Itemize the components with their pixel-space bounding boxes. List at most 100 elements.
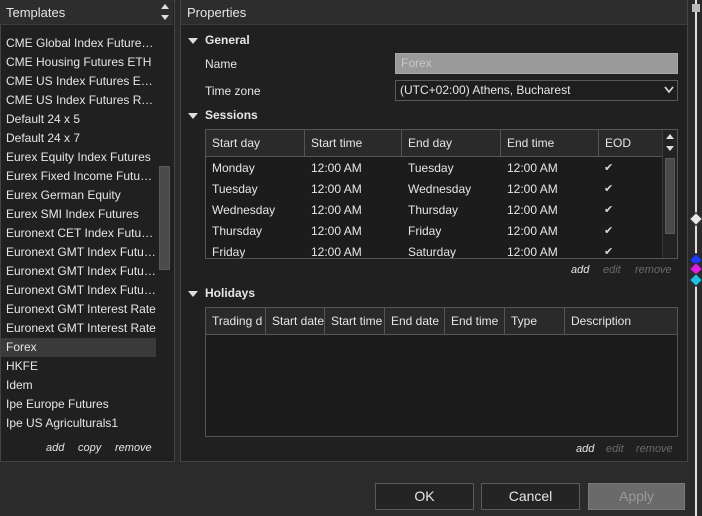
list-item[interactable]: Ipe US Agriculturals1 bbox=[1, 414, 156, 433]
holiday-remove-link[interactable]: remove bbox=[636, 443, 673, 455]
list-item[interactable]: CME US Index Futures RTH bbox=[1, 91, 156, 110]
properties-header bbox=[181, 0, 687, 25]
list-item-selected[interactable]: Forex bbox=[1, 338, 156, 357]
list-item[interactable]: Eurex German Equity bbox=[1, 186, 156, 205]
list-item[interactable]: CME Housing Futures ETH bbox=[1, 53, 156, 72]
name-label: Name bbox=[205, 57, 238, 71]
holiday-edit-link[interactable]: edit bbox=[606, 443, 624, 455]
collapse-sessions-icon[interactable] bbox=[188, 113, 198, 119]
cell-end-time: 12:00 AM bbox=[507, 224, 558, 238]
cell-end-time: 12:00 AM bbox=[507, 203, 558, 217]
chevron-down-icon[interactable] bbox=[664, 86, 674, 94]
column-header-start-time[interactable]: Start time bbox=[325, 308, 385, 335]
cell-start-day: Tuesday bbox=[212, 182, 258, 196]
cell-end-day: Thursday bbox=[408, 203, 459, 217]
cell-start-time: 12:00 AM bbox=[311, 203, 362, 217]
column-header-eod[interactable]: EOD bbox=[599, 130, 664, 157]
session-add-link[interactable]: add bbox=[571, 264, 589, 276]
cell-start-day: Monday bbox=[212, 161, 255, 175]
list-item[interactable]: Euronext GMT Interest Rate bbox=[1, 319, 156, 338]
scroll-up-icon[interactable] bbox=[159, 1, 171, 12]
list-item[interactable]: HKFE bbox=[1, 357, 156, 376]
eod-checkbox[interactable]: ✔ bbox=[599, 221, 613, 242]
column-header-end-time[interactable]: End time bbox=[445, 308, 505, 335]
templates-title: Templates bbox=[6, 5, 66, 20]
properties-title: Properties bbox=[187, 5, 247, 20]
list-item[interactable]: Eurex Equity Index Futures bbox=[1, 148, 156, 167]
scroll-up-icon[interactable] bbox=[664, 131, 676, 142]
section-sessions-label: Sessions bbox=[205, 108, 258, 122]
session-edit-link[interactable]: edit bbox=[603, 264, 621, 276]
table-row[interactable]: Monday 12:00 AM Tuesday 12:00 AM ✔ bbox=[206, 158, 664, 179]
cancel-button[interactable]: Cancel bbox=[481, 483, 580, 510]
timezone-label: Time zone bbox=[205, 84, 261, 98]
name-field[interactable]: Forex bbox=[395, 53, 678, 74]
table-row[interactable]: Thursday 12:00 AM Friday 12:00 AM ✔ bbox=[206, 221, 664, 242]
list-item[interactable]: Idem bbox=[1, 376, 156, 395]
timezone-select[interactable]: (UTC+02:00) Athens, Bucharest bbox=[395, 80, 678, 101]
eod-checkbox[interactable]: ✔ bbox=[599, 200, 613, 221]
cell-end-time: 12:00 AM bbox=[507, 182, 558, 196]
list-item[interactable]: Euronext GMT Index Futures bbox=[1, 281, 156, 300]
list-item[interactable]: CME US Index Futures ETH bbox=[1, 72, 156, 91]
eod-checkbox[interactable]: ✔ bbox=[599, 179, 613, 200]
holidays-header-row: Trading d Start date Start time End date… bbox=[206, 308, 677, 335]
column-header-type[interactable]: Type bbox=[505, 308, 565, 335]
session-remove-link[interactable]: remove bbox=[635, 264, 672, 276]
eod-checkbox[interactable]: ✔ bbox=[599, 242, 613, 258]
column-header-end-date[interactable]: End date bbox=[385, 308, 445, 335]
column-header-start-date[interactable]: Start date bbox=[266, 308, 325, 335]
cell-end-time: 12:00 AM bbox=[507, 161, 558, 175]
holiday-add-link[interactable]: add bbox=[576, 443, 594, 455]
template-remove-link[interactable]: remove bbox=[115, 442, 152, 454]
cell-start-time: 12:00 AM bbox=[311, 245, 362, 259]
templates-actions: add copy remove bbox=[0, 440, 173, 458]
table-row[interactable]: Friday 12:00 AM Saturday 12:00 AM ✔ bbox=[206, 242, 664, 259]
sessions-scrollbar-thumb[interactable] bbox=[665, 158, 675, 234]
collapse-holidays-icon[interactable] bbox=[188, 291, 198, 297]
cell-start-time: 12:00 AM bbox=[311, 182, 362, 196]
side-strip-handle[interactable] bbox=[692, 4, 700, 12]
section-general-label: General bbox=[205, 33, 250, 47]
list-item[interactable]: Ipe Europe Futures bbox=[1, 395, 156, 414]
eod-checkbox[interactable]: ✔ bbox=[599, 158, 613, 179]
list-item[interactable]: Default 24 x 5 bbox=[1, 110, 156, 129]
ok-button[interactable]: OK bbox=[375, 483, 474, 510]
scroll-down-icon[interactable] bbox=[664, 143, 676, 154]
templates-scrollbar-thumb[interactable] bbox=[159, 166, 170, 270]
list-item[interactable]: CME Global Index Futures ETH bbox=[1, 34, 156, 53]
cell-start-day: Friday bbox=[212, 245, 246, 259]
cell-end-day: Saturday bbox=[408, 245, 457, 259]
sessions-actions: add edit remove bbox=[560, 264, 678, 280]
cell-start-time: 12:00 AM bbox=[311, 224, 362, 238]
template-copy-link[interactable]: copy bbox=[78, 442, 101, 454]
column-header-end-day[interactable]: End day bbox=[402, 130, 501, 157]
scroll-down-icon[interactable] bbox=[159, 12, 171, 23]
column-header-start-time[interactable]: Start time bbox=[305, 130, 402, 157]
table-row[interactable]: Tuesday 12:00 AM Wednesday 12:00 AM ✔ bbox=[206, 179, 664, 200]
apply-button[interactable]: Apply bbox=[588, 483, 685, 510]
list-item[interactable]: Eurex SMI Index Futures bbox=[1, 205, 156, 224]
table-row[interactable]: Wednesday 12:00 AM Thursday 12:00 AM ✔ bbox=[206, 200, 664, 221]
template-add-link[interactable]: add bbox=[46, 442, 64, 454]
column-header-end-time[interactable]: End time bbox=[501, 130, 599, 157]
list-item[interactable]: Default 24 x 7 bbox=[1, 129, 156, 148]
cell-end-day: Tuesday bbox=[408, 161, 454, 175]
column-header-description[interactable]: Description bbox=[565, 308, 677, 335]
section-holidays-label: Holidays bbox=[205, 286, 256, 300]
sessions-header-row: Start day Start time End day End time EO… bbox=[206, 130, 664, 157]
list-item[interactable]: Euronext GMT Index Futures bbox=[1, 243, 156, 262]
list-item[interactable]: Euronext GMT Interest Rate bbox=[1, 300, 156, 319]
column-header-start-day[interactable]: Start day bbox=[206, 130, 305, 157]
collapse-general-icon[interactable] bbox=[188, 38, 198, 44]
templates-list: CME Global Index Futures ETH CME Housing… bbox=[1, 34, 156, 434]
cell-start-time: 12:00 AM bbox=[311, 161, 362, 175]
column-header-trading-day[interactable]: Trading d bbox=[206, 308, 266, 335]
cell-end-day: Wednesday bbox=[408, 182, 472, 196]
list-item[interactable]: Euronext GMT Index Futures bbox=[1, 262, 156, 281]
cell-end-time: 12:00 AM bbox=[507, 245, 558, 259]
cell-start-day: Thursday bbox=[212, 224, 263, 238]
sessions-table: Start day Start time End day End time EO… bbox=[205, 129, 678, 259]
list-item[interactable]: Euronext CET Index Futures bbox=[1, 224, 156, 243]
list-item[interactable]: Eurex Fixed Income Futures bbox=[1, 167, 156, 186]
